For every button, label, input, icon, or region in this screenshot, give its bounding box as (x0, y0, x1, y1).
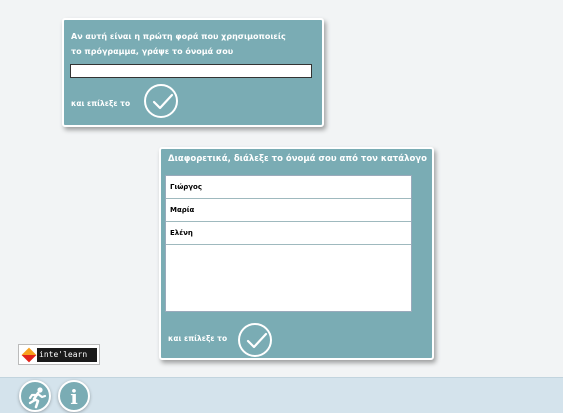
user-list-item-giorgos[interactable]: Γιώργος (166, 176, 411, 199)
app-stage: Αν αυτή είναι η πρώτη φορά που χρησιμοπο… (0, 0, 563, 413)
existing-user-choose-label: και επίλεξε το (168, 334, 228, 343)
name-input[interactable] (70, 64, 312, 78)
exit-button[interactable] (19, 380, 51, 412)
new-user-prompt-line2: το πρόγραμμα, γράψε το όνομά σου (71, 47, 234, 56)
user-list[interactable]: Γιώργος Μαρία Ελένη (165, 175, 412, 312)
checkmark-icon (246, 332, 268, 349)
new-user-ok-button[interactable] (144, 84, 178, 118)
existing-user-panel: Διαφορετικά, διάλεξε το όνομά σου από το… (159, 147, 434, 360)
user-list-item-eleni[interactable]: Ελένη (166, 222, 411, 245)
info-button[interactable]: i (58, 380, 90, 412)
user-list-title: Διαφορετικά, διάλεξε το όνομά σου από το… (168, 154, 427, 164)
info-icon: i (70, 385, 78, 409)
intelearn-logo: inte'learn (18, 344, 100, 365)
logo-mark-icon (21, 347, 37, 363)
new-user-choose-label: και επίλεξε το (71, 99, 131, 108)
new-user-panel: Αν αυτή είναι η πρώτη φορά που χρησιμοπο… (62, 18, 324, 127)
logo-text: inte'learn (37, 348, 97, 362)
new-user-prompt-line1: Αν αυτή είναι η πρώτη φορά που χρησιμοπο… (71, 32, 286, 41)
running-man-icon (28, 387, 47, 409)
checkmark-icon (152, 93, 174, 110)
user-list-item-maria[interactable]: Μαρία (166, 199, 411, 222)
existing-user-ok-button[interactable] (238, 323, 272, 357)
